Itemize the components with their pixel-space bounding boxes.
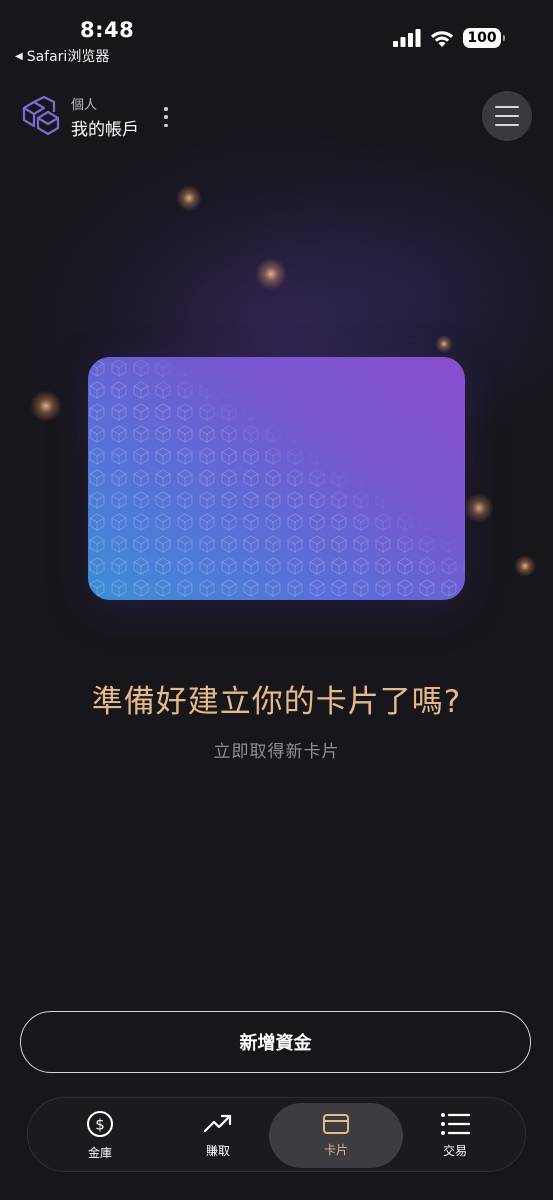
card-preview	[88, 357, 465, 600]
add-funds-button[interactable]: 新增資金	[20, 1011, 531, 1073]
create-card-headline: 準備好建立你的卡片了嗎?	[91, 684, 462, 720]
dollar-coin-icon: $	[87, 1111, 113, 1137]
back-triangle-icon: ◀	[15, 50, 23, 62]
tab-card[interactable]: 卡片	[269, 1103, 403, 1168]
account-name[interactable]: 我的帳戶	[71, 115, 139, 140]
sparkle	[176, 185, 202, 211]
status-indicators: 100	[393, 28, 505, 48]
tab-transactions[interactable]: 交易	[395, 1098, 515, 1173]
back-label: Safari浏览器	[26, 49, 110, 65]
tab-label: 金庫	[87, 1146, 112, 1160]
tab-label: 卡片	[323, 1143, 348, 1157]
bottom-tab-bar: $ 金庫 賺取 卡片 交易	[27, 1097, 526, 1172]
cellular-signal-icon	[393, 29, 421, 47]
sparkle	[514, 555, 536, 577]
wifi-icon	[431, 30, 453, 47]
battery-icon: 100	[463, 28, 505, 48]
tab-label: 賺取	[205, 1144, 230, 1158]
list-icon	[441, 1113, 470, 1135]
tab-earn[interactable]: 賺取	[158, 1098, 278, 1173]
account-options-icon[interactable]	[162, 107, 170, 127]
card-pattern	[88, 357, 465, 600]
sparkle	[435, 335, 453, 353]
back-to-safari-link[interactable]: ◀ Safari浏览器	[15, 46, 109, 66]
tab-vault[interactable]: $ 金庫	[40, 1098, 160, 1173]
tab-label: 交易	[442, 1144, 467, 1158]
sparkle	[255, 258, 287, 290]
trend-up-icon	[203, 1114, 232, 1133]
status-time: 8:48	[80, 18, 135, 42]
hamburger-menu-button[interactable]	[482, 91, 532, 141]
svg-text:$: $	[95, 1116, 105, 1134]
card-icon	[323, 1114, 349, 1134]
brand-logo-icon	[22, 96, 60, 136]
create-card-subline: 立即取得新卡片	[213, 742, 340, 762]
sparkle	[30, 390, 62, 422]
account-type-label: 個人	[71, 98, 98, 113]
sparkle	[464, 493, 494, 523]
